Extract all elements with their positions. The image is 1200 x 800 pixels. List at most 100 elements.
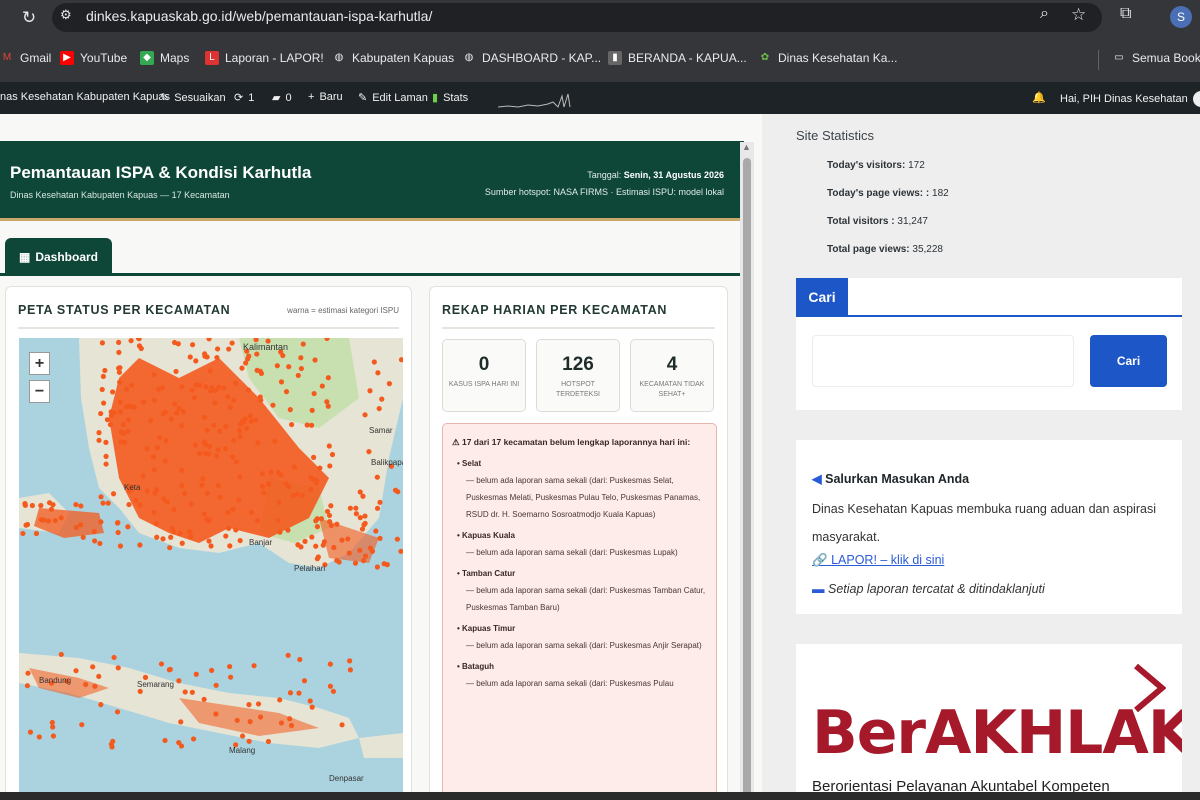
bookmark-gmail[interactable]: M Gmail (0, 51, 52, 65)
gmail-icon: M (2, 52, 12, 63)
hotspot-dot (96, 673, 102, 680)
hotspot-dot (300, 341, 306, 347)
map-label: Semarang (137, 680, 174, 689)
hotspot-dot (73, 524, 79, 531)
url-text[interactable]: dinkes.kapuaskab.go.id/web/pemantauan-is… (86, 8, 432, 24)
hotspot-dot (73, 668, 79, 674)
hotspot-dot (50, 733, 57, 739)
list-item: • Selat (457, 459, 482, 468)
site-info-icon[interactable]: ⚙ (60, 7, 72, 23)
divider (442, 327, 715, 329)
iframe-scrollbar[interactable]: ▲ (740, 142, 754, 800)
hotspot-dot (155, 386, 162, 392)
hotspot-dot (373, 528, 379, 534)
tab-dashboard[interactable]: ▦ Dashboard (5, 238, 112, 276)
stat-tile-kecamatan: 4 KECAMATAN TIDAK SEHAT+ (630, 339, 714, 412)
hotspot-dot (137, 688, 143, 694)
hotspot-dot (46, 500, 53, 506)
hotspot-dot (233, 459, 240, 465)
bookmark-youtube[interactable]: ▶ YouTube (60, 51, 127, 65)
list-item-detail: — belum ada laporan sama sekali (dari: P… (466, 586, 706, 612)
hotspot-dot (374, 564, 380, 570)
hotspot-dot (203, 384, 209, 390)
hotspot-dot (179, 467, 185, 473)
hotspot-dot (320, 542, 326, 548)
adminbar-customize[interactable]: ✎ Sesuaikan (160, 91, 226, 105)
adminbar-comments[interactable]: ▰ 0 (272, 91, 292, 105)
hotspot-dot (96, 437, 102, 443)
hotspot-dot (126, 501, 132, 508)
hotspot-map[interactable]: + − Kalimantan Samar Balikpapa Keta Banj… (19, 338, 403, 798)
scroll-up-icon[interactable]: ▲ (742, 142, 751, 152)
hotspot-dot (208, 543, 214, 549)
hotspot-dot (98, 519, 104, 525)
bookmark-dinkes[interactable]: ✿ Dinas Kesehatan Ka... (758, 51, 898, 65)
hotspot-dot (254, 518, 261, 524)
hotspot-dot (395, 489, 401, 495)
zoom-icon[interactable]: ⌕ (1040, 5, 1049, 23)
bookmark-all[interactable]: ▭Semua Bookm (1112, 51, 1200, 65)
extensions-icon[interactable]: ⧉ (1120, 5, 1131, 23)
maps-icon: ◆ (140, 51, 154, 65)
hotspot-dot (225, 509, 231, 516)
hotspot-dot (317, 465, 323, 471)
hotspot-dot (375, 370, 381, 376)
reload-icon[interactable]: ↻ (18, 7, 40, 29)
hotspot-dot (213, 711, 219, 717)
search-input[interactable] (812, 335, 1074, 387)
bookmark-kabupaten[interactable]: ◍ Kabupaten Kapuas (332, 51, 454, 65)
adminbar-updates[interactable]: ⟳ 1 (234, 91, 254, 105)
hotspot-dot (110, 389, 116, 395)
bookmark-dashboard[interactable]: ◍ DASHBOARD - KAP... (462, 51, 602, 65)
hotspot-dot (247, 413, 253, 419)
hotspot-dot (347, 667, 353, 673)
hotspot-dot (325, 403, 331, 409)
hotspot-dot (366, 449, 372, 455)
scrollbar-thumb[interactable] (743, 158, 751, 798)
bookmark-lapor[interactable]: L Laporan - LAPOR! (205, 51, 324, 65)
hotspot-dot (204, 427, 210, 433)
notification-icon[interactable]: 🔔 (1032, 91, 1046, 104)
megaphone-icon: ◀ (812, 472, 822, 486)
bookmark-maps[interactable]: ◆ Maps (140, 51, 189, 65)
zoom-out-button[interactable]: − (29, 380, 50, 403)
hotspot-dot (246, 702, 252, 708)
hotspot-dot (126, 417, 132, 423)
lapor-link[interactable]: 🔗 LAPOR! – klik di sini (812, 553, 944, 568)
zoom-in-button[interactable]: + (29, 352, 50, 375)
bookmark-star-icon[interactable]: ☆ (1071, 5, 1086, 25)
globe-icon: ◍ (464, 52, 474, 63)
hotspot-dot (377, 499, 383, 505)
hotspot-dot (201, 511, 207, 517)
hotspot-dot (58, 515, 64, 521)
hotspot-dot (38, 502, 44, 509)
hotspot-dot (153, 521, 159, 527)
hotspot-dot (193, 671, 199, 677)
tab-bar: ▦ Dashboard (0, 224, 744, 276)
hotspot-dot (179, 384, 185, 390)
hotspot-dot (347, 505, 353, 511)
hotspot-dot (367, 388, 373, 394)
hotspot-dot (206, 338, 212, 342)
hotspot-dot (92, 683, 98, 689)
hotspot-dot (151, 467, 157, 473)
hotspot-dot (259, 483, 266, 490)
adminbar-new[interactable]: + Baru (308, 91, 343, 103)
hotspot-dot (362, 513, 368, 519)
hotspot-dot (27, 729, 34, 735)
adminbar-edit[interactable]: ✎ Edit Laman (358, 91, 428, 105)
hotspot-dot (129, 382, 135, 388)
bookmark-beranda[interactable]: ▮ BERANDA - KAPUA... (608, 51, 747, 65)
divider (18, 327, 399, 329)
profile-avatar[interactable]: S (1170, 6, 1192, 28)
adminbar-stats[interactable]: ▮ Stats (432, 91, 468, 105)
adminbar-account[interactable]: Hai, PIH Dinas Kesehatan (1060, 91, 1200, 107)
search-button[interactable]: Cari (1090, 335, 1167, 387)
hotspot-dot (314, 516, 320, 522)
hotspot-dot (58, 651, 64, 658)
hotspot-dot (362, 412, 368, 418)
hotspot-dot (315, 554, 321, 560)
hotspot-dot (229, 340, 235, 346)
adminbar-site[interactable]: nas Kesehatan Kabupaten Kapuas (0, 91, 170, 103)
hotspot-dot (331, 544, 337, 551)
